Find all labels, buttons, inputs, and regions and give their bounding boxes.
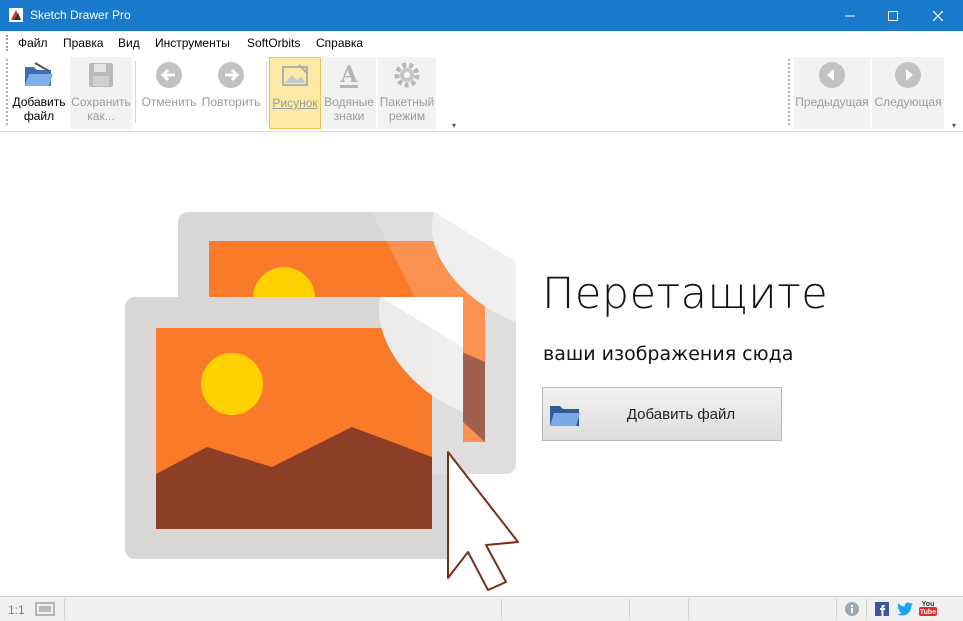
- toolbar-overflow-icon[interactable]: ▾: [952, 121, 956, 130]
- toolbar-overflow-icon[interactable]: ▾: [452, 121, 456, 130]
- status-divider: [836, 599, 837, 620]
- info-icon[interactable]: [844, 601, 860, 617]
- svg-text:You: You: [922, 601, 935, 608]
- minimize-icon: [845, 15, 855, 16]
- toolbar-separator: [135, 61, 136, 123]
- svg-text:Tube: Tube: [920, 609, 936, 616]
- batch-label-2: режим: [388, 109, 426, 123]
- chevron-left-icon: [819, 62, 845, 88]
- fit-screen-icon[interactable]: [35, 602, 55, 616]
- undo-label: Отменить: [141, 95, 197, 109]
- undo-arrow-icon: [156, 62, 182, 88]
- toolbar-separator: [266, 61, 267, 123]
- status-divider: [866, 599, 867, 620]
- add-file-button[interactable]: Добавить файл: [542, 387, 782, 441]
- watermarks-label-2: знаки: [333, 109, 365, 123]
- watermarks-label-1: Водяные: [324, 95, 374, 109]
- batch-label-1: Пакетный: [379, 95, 435, 109]
- drop-zone[interactable]: Перетащите ваши изображения сюда Добавит…: [0, 131, 963, 596]
- text-watermark-icon: A: [339, 62, 358, 88]
- title-bar: Sketch Drawer Pro: [0, 0, 963, 31]
- drop-headline: Перетащите: [542, 269, 829, 319]
- redo-label: Повторить: [201, 95, 261, 109]
- menu-tools[interactable]: Инструменты: [155, 36, 230, 50]
- drop-images-illustration: [125, 212, 519, 591]
- main-toolbar: Добавитьфайл Сохранитькак... Отменить: [4, 55, 460, 130]
- menu-help[interactable]: Справка: [316, 36, 363, 50]
- menu-edit[interactable]: Правка: [63, 36, 104, 50]
- add-file-label-2: файл: [23, 109, 55, 123]
- undo-button[interactable]: Отменить: [140, 57, 198, 129]
- toolbar-grip: [6, 59, 9, 125]
- add-file-toolbar-button[interactable]: Добавить файл: [10, 57, 68, 129]
- watermarks-button[interactable]: A Водяные знаки: [322, 57, 376, 129]
- status-divider: [688, 599, 689, 620]
- close-icon: [933, 10, 943, 21]
- menu-view[interactable]: Вид: [118, 36, 140, 50]
- redo-button[interactable]: Повторить: [200, 57, 262, 129]
- facebook-icon[interactable]: [875, 602, 889, 616]
- add-file-label-1: Добавить: [12, 95, 66, 109]
- twitter-icon[interactable]: [897, 602, 913, 616]
- app-icon: [9, 8, 23, 22]
- previous-label: Предыдущая: [795, 95, 869, 109]
- minimize-button[interactable]: [827, 0, 873, 31]
- save-as-label-1: Сохранить: [71, 95, 131, 109]
- picture-button[interactable]: Рисунок: [269, 57, 321, 129]
- previous-button[interactable]: Предыдущая: [794, 57, 870, 129]
- redo-arrow-icon: [218, 62, 244, 88]
- picture-icon: [282, 64, 308, 86]
- add-file-button-label: Добавить файл: [626, 405, 736, 423]
- status-bar: 1:1 You Tube: [0, 596, 963, 621]
- picture-label: Рисунок: [272, 96, 318, 110]
- gear-icon: [394, 62, 420, 88]
- zoom-level: 1:1: [8, 603, 25, 617]
- window-title: Sketch Drawer Pro: [30, 8, 131, 22]
- next-button[interactable]: Следующая: [872, 57, 944, 129]
- batch-mode-button[interactable]: Пакетный режим: [378, 57, 436, 129]
- status-divider: [501, 599, 502, 620]
- drop-subline: ваши изображения сюда: [543, 343, 794, 365]
- close-button[interactable]: [915, 0, 961, 31]
- menu-bar: Файл Правка Вид Инструменты SoftOrbits С…: [0, 31, 963, 55]
- youtube-icon[interactable]: You Tube: [918, 599, 938, 617]
- maximize-button[interactable]: [870, 0, 916, 31]
- next-label: Следующая: [874, 95, 942, 109]
- save-as-button[interactable]: Сохранить как...: [70, 57, 132, 129]
- maximize-icon: [888, 10, 898, 21]
- open-folder-icon: [25, 62, 53, 86]
- status-divider: [629, 599, 630, 620]
- menu-grip: [6, 35, 9, 51]
- save-as-label-2: как...: [87, 109, 115, 123]
- status-divider: [64, 599, 65, 620]
- menu-file[interactable]: Файл: [18, 36, 48, 50]
- menu-softorbits[interactable]: SoftOrbits: [247, 36, 300, 50]
- svg-text:A: A: [339, 62, 358, 88]
- chevron-right-icon: [895, 62, 921, 88]
- navigation-toolbar: Предыдущая Следующая ▾: [786, 55, 962, 130]
- floppy-disk-icon: [89, 63, 113, 87]
- toolbar-grip: [788, 59, 791, 125]
